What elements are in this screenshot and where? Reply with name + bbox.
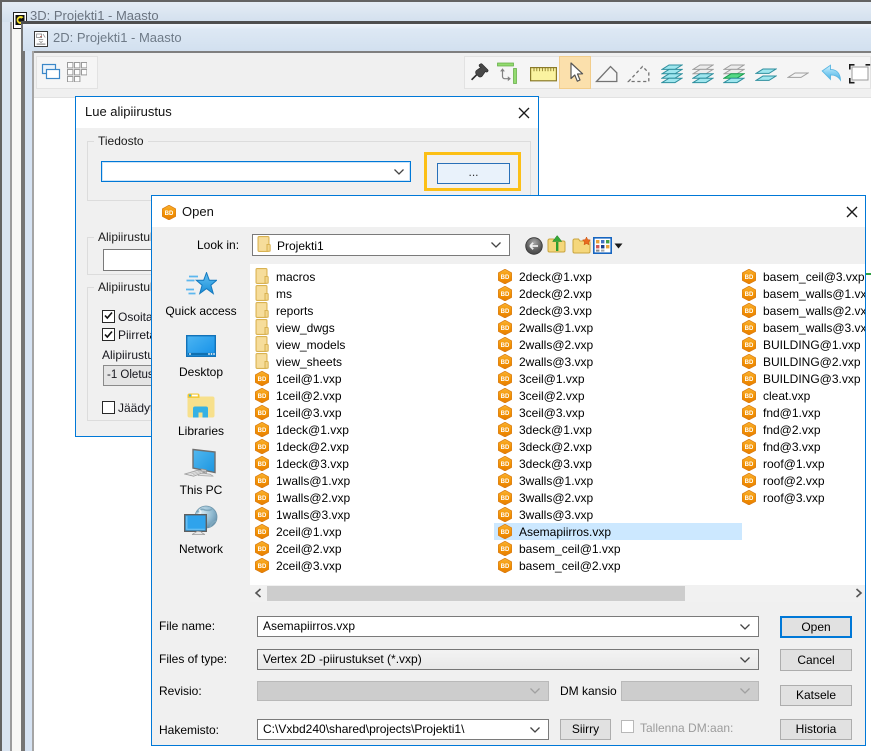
svg-text:BD: BD — [501, 530, 510, 536]
svg-text:BD: BD — [258, 564, 267, 570]
svg-text:BD: BD — [501, 343, 510, 349]
svg-text:BD: BD — [501, 462, 510, 468]
svg-text:BD: BD — [258, 445, 267, 451]
svg-text:BD: BD — [165, 211, 174, 217]
svg-text:BD: BD — [501, 377, 510, 383]
svg-text:BD: BD — [501, 360, 510, 366]
svg-text:BD: BD — [501, 275, 510, 281]
svg-text:BD: BD — [258, 428, 267, 434]
svg-text:BD: BD — [745, 343, 754, 349]
svg-text:BD: BD — [501, 564, 510, 570]
svg-text:BD: BD — [501, 326, 510, 332]
svg-text:BD: BD — [501, 445, 510, 451]
svg-text:BD: BD — [258, 496, 267, 502]
svg-text:BD: BD — [501, 309, 510, 315]
svg-text:BD: BD — [258, 479, 267, 485]
svg-text:BD: BD — [258, 530, 267, 536]
svg-text:BD: BD — [745, 360, 754, 366]
svg-text:BD: BD — [745, 496, 754, 502]
svg-text:BD: BD — [501, 428, 510, 434]
svg-text:BD: BD — [745, 411, 754, 417]
svg-text:BD: BD — [258, 513, 267, 519]
svg-text:BD: BD — [501, 547, 510, 553]
svg-text:BD: BD — [745, 292, 754, 298]
svg-text:BD: BD — [501, 479, 510, 485]
svg-text:BD: BD — [258, 547, 267, 553]
svg-text:BD: BD — [501, 394, 510, 400]
svg-text:BD: BD — [745, 445, 754, 451]
svg-text:BD: BD — [501, 513, 510, 519]
svg-text:BD: BD — [258, 462, 267, 468]
svg-text:BD: BD — [745, 462, 754, 468]
svg-text:BD: BD — [745, 394, 754, 400]
svg-text:BD: BD — [745, 326, 754, 332]
svg-text:BD: BD — [258, 377, 267, 383]
svg-text:BD: BD — [501, 411, 510, 417]
svg-text:BD: BD — [745, 309, 754, 315]
svg-text:BD: BD — [501, 292, 510, 298]
svg-text:BD: BD — [745, 479, 754, 485]
svg-text:BD: BD — [745, 428, 754, 434]
svg-text:BD: BD — [258, 394, 267, 400]
svg-text:BD: BD — [501, 496, 510, 502]
svg-text:BD: BD — [745, 275, 754, 281]
svg-text:BD: BD — [745, 377, 754, 383]
svg-text:BD: BD — [258, 411, 267, 417]
